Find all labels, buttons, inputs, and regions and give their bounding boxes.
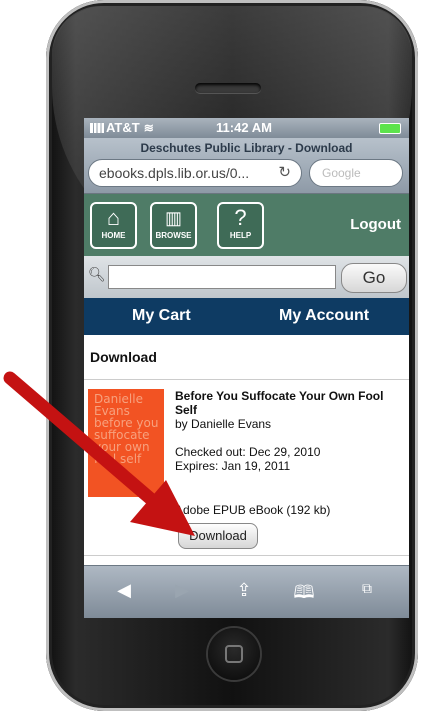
reload-icon[interactable]: ↻ [278, 163, 291, 181]
tab-my-account[interactable]: My Account [279, 307, 369, 325]
download-button[interactable]: Download [178, 523, 258, 549]
share-icon[interactable]: ⇪ [229, 580, 259, 601]
browse-button[interactable]: ▥ BROWSE [150, 202, 197, 249]
clock: 11:42 AM [216, 120, 272, 135]
url-text: ebooks.dpls.lib.or.us/0... [99, 165, 250, 181]
google-search-field[interactable]: Google [309, 159, 403, 187]
catalog-search-input[interactable] [108, 265, 336, 289]
help-label: HELP [229, 231, 252, 240]
back-icon[interactable]: ◀ [109, 580, 139, 601]
help-icon: ? [234, 205, 247, 230]
status-bar: AT&T ≋ 11:42 AM [84, 118, 409, 138]
forward-icon[interactable]: ▶ [167, 580, 197, 601]
pages-icon[interactable]: ⧉ [352, 580, 382, 597]
help-button[interactable]: ? HELP [217, 202, 264, 249]
page-title: Deschutes Public Library - Download [140, 141, 353, 155]
phone-speaker [195, 83, 261, 93]
download-content: Download Danielle Evans before you suffo… [84, 335, 409, 565]
book-cover-text: Danielle Evans before you suffocate your… [94, 392, 159, 466]
home-button[interactable]: ⌂ HOME [90, 202, 137, 249]
home-hardware-button[interactable] [208, 628, 260, 680]
checked-out-date: Checked out: Dec 29, 2010 [175, 445, 321, 459]
carrier: AT&T ≋ [90, 120, 154, 135]
bookmarks-icon[interactable]: 🕮︎ [289, 580, 319, 610]
battery-icon [379, 123, 401, 134]
logout-link[interactable]: Logout [350, 216, 401, 233]
account-tabs: My Cart My Account [84, 298, 409, 335]
browser-toolbar: ◀ ▶ ⇪ 🕮︎ ⧉ [84, 565, 409, 618]
signal-icon [90, 123, 104, 133]
book-icon: ▥ [164, 208, 182, 228]
library-nav-bar: ⌂ HOME ▥ BROWSE ? HELP Logout [84, 194, 409, 256]
search-icon: 🔍︎ [88, 266, 106, 282]
browse-label: BROWSE [155, 231, 192, 240]
google-search-placeholder: Google [322, 166, 361, 180]
tab-my-cart[interactable]: My Cart [132, 307, 191, 325]
home-icon: ⌂ [106, 205, 121, 230]
book-title[interactable]: Before You Suffocate Your Own Fool Self [175, 389, 405, 417]
file-format: Adobe EPUB eBook (192 kb) [175, 503, 331, 517]
phone-screen: AT&T ≋ 11:42 AM Deschutes Public Library … [84, 118, 409, 618]
wifi-icon: ≋ [143, 121, 154, 135]
section-heading: Download [90, 349, 157, 365]
browser-title-bar: Deschutes Public Library - Download eboo… [84, 138, 409, 194]
book-author: by Danielle Evans [175, 417, 272, 431]
url-field[interactable]: ebooks.dpls.lib.or.us/0... ↻ [88, 159, 302, 187]
book-cover[interactable]: Danielle Evans before you suffocate your… [88, 389, 164, 497]
catalog-search-bar: 🔍︎ Go [84, 256, 409, 298]
list-item: Danielle Evans before you suffocate your… [84, 379, 409, 556]
book-details: Before You Suffocate Your Own Fool Self … [175, 389, 405, 473]
carrier-label: AT&T [106, 120, 140, 135]
expiry-date: Expires: Jan 19, 2011 [175, 459, 291, 473]
home-label: HOME [101, 231, 126, 240]
section-header: Download [84, 335, 409, 380]
home-square-icon [225, 645, 243, 663]
go-button[interactable]: Go [341, 263, 407, 293]
